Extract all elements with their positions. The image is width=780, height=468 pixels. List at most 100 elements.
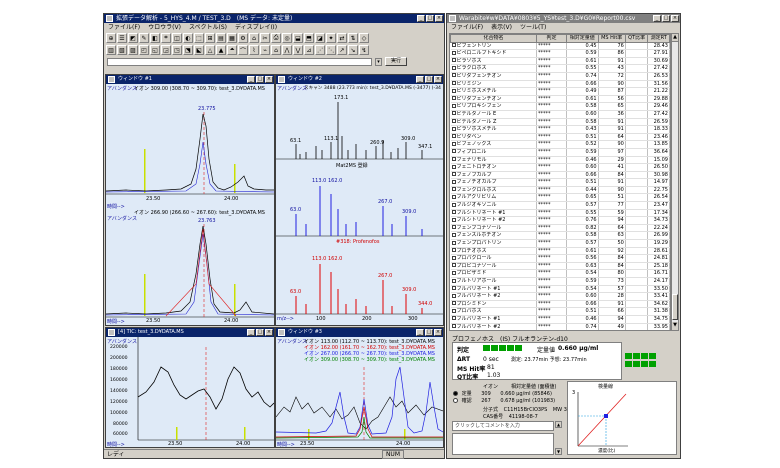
close-button[interactable]: × <box>435 15 443 22</box>
compound-name-cell[interactable]: フルシトリネート #1 <box>450 209 537 218</box>
compound-name-cell[interactable]: フルジオキソニル <box>450 201 537 210</box>
table-row[interactable]: フェノブカルブ ***** 0.66 84 30.98 <box>450 171 670 180</box>
table-row[interactable]: プロパクロール ***** 0.56 84 24.81 <box>450 254 670 263</box>
row-checkbox[interactable] <box>451 126 456 131</box>
row-checkbox[interactable] <box>451 73 456 78</box>
compound-name-cell[interactable]: フェンブコナゾール <box>450 224 537 233</box>
scroll-up-button[interactable]: ▲ <box>672 34 678 42</box>
q1-icon[interactable]: ◰ <box>139 45 149 55</box>
plot-area-tic[interactable]: アバンダンス 220000 200000 180000 160000 14000… <box>106 337 274 447</box>
table-row[interactable]: フルトリアホール ***** 0.59 73 24.17 <box>450 277 670 286</box>
minimize-button[interactable]: _ <box>247 329 255 336</box>
spark-icon[interactable]: ⌁ <box>260 45 270 55</box>
report-menu-file[interactable]: ファイル(F) <box>451 23 483 32</box>
gear-icon[interactable]: ⚙ <box>238 33 248 43</box>
row-checkbox[interactable] <box>451 187 456 192</box>
comment-input[interactable]: クリックしてコメントを入力 <box>452 421 554 431</box>
bolt-icon[interactable]: ↯ <box>359 45 369 55</box>
wave-icon[interactable]: ⌇ <box>249 45 259 55</box>
compound-name-cell[interactable]: フルバリネート #2 <box>450 323 537 330</box>
table-row[interactable]: プロピザミド ***** 0.54 80 16.71 <box>450 269 670 278</box>
cross-icon[interactable]: ▨ <box>128 45 138 55</box>
table-row[interactable]: ピラゾホス ***** 0.61 91 30.69 <box>450 57 670 66</box>
fall-icon[interactable]: ↘ <box>348 45 358 55</box>
row-checkbox[interactable] <box>451 240 456 245</box>
compound-name-cell[interactable]: プロチオホス <box>450 247 537 256</box>
table-row[interactable]: フルアクリピリム ***** 0.65 51 26.54 <box>450 193 670 203</box>
row-checkbox[interactable] <box>451 270 456 275</box>
home-icon[interactable]: ⌂ <box>249 33 259 43</box>
row-checkbox[interactable] <box>451 225 456 230</box>
table-row[interactable]: フルバリネート #2 ***** 0.60 28 33.41 <box>450 292 670 301</box>
col-compound[interactable]: 化合物名 <box>450 34 537 43</box>
menu-spectrum[interactable]: スペクトル(S) <box>189 23 227 32</box>
compound-name-cell[interactable]: フルバリネート #1 <box>450 285 537 294</box>
table-row[interactable]: ピペロニルブトキシド ***** 0.59 86 27.91 <box>450 49 670 58</box>
compound-name-cell[interactable]: ピラクロホス <box>450 64 537 73</box>
chart-icon[interactable]: ▦ <box>227 33 237 43</box>
compound-name-cell[interactable]: フルシトリネート #2 <box>450 216 537 225</box>
report-menu-tools[interactable]: ツール(T) <box>520 23 546 32</box>
minimize-button[interactable]: _ <box>416 329 424 336</box>
compound-name-cell[interactable]: ピペロニルブトキシド <box>450 49 537 58</box>
compound-name-cell[interactable]: フルバリネート #1 <box>450 315 537 324</box>
peak-icon[interactable]: ▲ <box>216 45 226 55</box>
table-row[interactable]: プロパホス ***** 0.51 66 31.38 <box>450 307 670 316</box>
row-checkbox[interactable] <box>451 141 456 146</box>
q2-icon[interactable]: ◱ <box>150 45 160 55</box>
table-row[interactable]: フィプロニル ***** 0.59 97 36.64 <box>450 148 670 157</box>
maximize-button[interactable]: □ <box>662 15 670 22</box>
compound-name-cell[interactable]: ピリダベン <box>450 133 537 142</box>
maximize-button[interactable]: □ <box>425 329 433 336</box>
dots2-icon[interactable]: ⋱ <box>326 45 336 55</box>
row-checkbox[interactable] <box>451 157 456 161</box>
compound-name-cell[interactable]: ビテルタノール E <box>450 110 537 119</box>
half-icon[interactable]: ◐ <box>183 33 193 43</box>
frame-icon[interactable]: ⬚ <box>194 33 204 43</box>
close-button[interactable]: × <box>434 329 442 336</box>
col-hit[interactable]: MS Hit率 <box>597 34 626 43</box>
compound-name-cell[interactable]: フェノチオカルブ <box>450 178 537 187</box>
row-checkbox[interactable] <box>451 164 456 169</box>
comment-scroll-up[interactable]: ▲ <box>555 421 562 428</box>
minimize-button[interactable]: _ <box>416 76 424 83</box>
table-row[interactable]: フルジオキソニル ***** 0.57 77 23.47 <box>450 201 670 210</box>
cut-icon[interactable]: ✂ <box>260 33 270 43</box>
row-checkbox[interactable] <box>451 210 456 215</box>
table-scrollbar[interactable]: ▲ ▼ <box>671 33 679 331</box>
plot-area-overlay[interactable]: アバンダンス イオン 113.00 (112.70 ~ 113.70): tes… <box>276 337 443 447</box>
row-checkbox[interactable] <box>451 194 456 199</box>
peak2-icon[interactable]: ⋀ <box>282 45 292 55</box>
star-icon[interactable]: ✦ <box>326 33 336 43</box>
compound-name-cell[interactable]: フルアクリピリム <box>450 193 537 203</box>
corner2-icon[interactable]: ⬕ <box>194 45 204 55</box>
table-row[interactable]: フェンスルホチオン ***** 0.58 63 26.99 <box>450 231 670 241</box>
compound-name-cell[interactable]: フェニトロチオン <box>450 163 537 172</box>
conf-radio[interactable] <box>453 398 458 403</box>
grid-icon[interactable]: ⌗ <box>161 33 171 43</box>
rise-icon[interactable]: ↗ <box>337 45 347 55</box>
swap-icon[interactable]: ⇄ <box>337 33 347 43</box>
minimize-button[interactable]: _ <box>653 15 661 22</box>
maximize-button[interactable]: □ <box>256 76 264 83</box>
col-judgement[interactable]: 判定 <box>536 34 567 43</box>
maximize-button[interactable]: □ <box>426 15 434 22</box>
corner-icon[interactable]: ⬔ <box>183 45 193 55</box>
table-row[interactable]: フルシトリネート #1 ***** 0.55 59 17.34 <box>450 209 670 218</box>
close-button[interactable]: × <box>671 15 679 22</box>
compound-name-cell[interactable]: ビフェノックス <box>450 140 537 149</box>
print-icon[interactable]: ⎙ <box>271 33 281 43</box>
menu-display[interactable]: ディスプレイ(I) <box>235 23 277 32</box>
row-checkbox[interactable] <box>451 248 456 253</box>
close-button[interactable]: × <box>265 329 273 336</box>
table-row[interactable]: ピリミホスメチル ***** 0.49 87 21.22 <box>450 87 670 96</box>
col-qt[interactable]: QT比率 <box>624 34 649 43</box>
table-row[interactable]: ビテルタノール E ***** 0.60 36 27.42 <box>450 110 670 119</box>
compound-name-cell[interactable]: ピラゾホスメチル <box>450 125 537 134</box>
compound-name-cell[interactable]: ピリプロキシフェン <box>450 102 537 111</box>
row-checkbox[interactable] <box>451 149 456 154</box>
close-button[interactable]: × <box>265 76 273 83</box>
menu-view[interactable]: ウロウラ(V) <box>148 23 181 32</box>
col-conc[interactable]: 相対定量値 <box>566 34 599 43</box>
scroll-thumb[interactable] <box>672 294 678 320</box>
